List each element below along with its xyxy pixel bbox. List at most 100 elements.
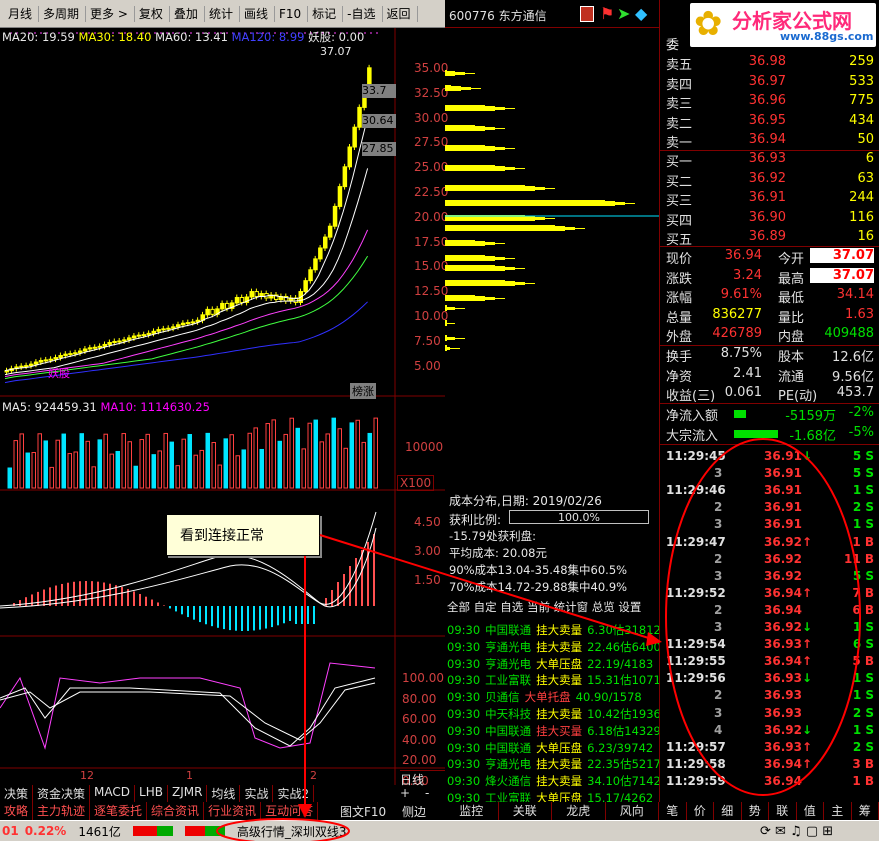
price-tag-2: 30.64 xyxy=(362,114,396,128)
side-button[interactable]: 侧边 xyxy=(402,803,426,820)
indicator-tab[interactable]: 实战2 xyxy=(273,785,315,802)
sell-row[interactable]: 卖五 36.98 259 xyxy=(660,54,879,73)
buy-row[interactable]: 买三 36.91 244 xyxy=(660,190,879,209)
sell-row[interactable]: 卖一 36.94 50 xyxy=(660,132,879,151)
radar-row[interactable]: 09:30 中国联通 挂大买量 6.18估14329 xyxy=(447,723,661,740)
tick-time: 11:29:56 xyxy=(666,671,726,686)
right-tab[interactable]: 主 xyxy=(824,802,852,820)
volume-bar xyxy=(253,427,258,489)
info-tab[interactable]: 行业资讯 xyxy=(204,802,262,820)
toolbar-item[interactable]: 返回 xyxy=(383,5,418,22)
quote-cell: 外盘 xyxy=(666,330,693,346)
toolbar-item[interactable]: F10 xyxy=(275,5,309,22)
radar-row[interactable]: 09:30 亨通光电 挂大卖量 22.46估6400 xyxy=(447,639,661,656)
tick-row: 3 36.91 5 S xyxy=(660,466,879,483)
radar-row[interactable]: 09:30 中国联通 大单压盘 6.23/39742 xyxy=(447,740,659,757)
vol-ma10: MA10: 1114630.25 xyxy=(100,400,210,414)
toolbar-item[interactable]: 复权 xyxy=(135,5,170,22)
toolbar-item[interactable]: 叠加 xyxy=(170,5,205,22)
radar-k: 挂大卖量 xyxy=(536,639,583,654)
sell-price: 36.94 xyxy=(748,132,786,148)
minus-button[interactable]: - xyxy=(425,786,429,800)
f10-icon[interactable] xyxy=(580,6,594,22)
volume-bar xyxy=(163,432,168,489)
stat-cell: 453.7 xyxy=(836,385,874,401)
chip-bar xyxy=(445,72,465,73)
info-tab[interactable]: 攻略 xyxy=(0,802,34,820)
radar-row[interactable]: 09:30 亨通光电 挂大卖量 22.35估5217 xyxy=(447,756,661,773)
toolbar-item[interactable]: 标记 xyxy=(308,5,344,22)
right-tab[interactable]: 笔 xyxy=(659,802,687,820)
info-tab[interactable]: 逐笔委托 xyxy=(90,802,148,820)
feed-label[interactable]: 高级行情_深圳双线3 xyxy=(233,823,351,840)
buy-row[interactable]: 买一 36.93 6 xyxy=(660,151,879,170)
radar-row[interactable]: 09:30 烽火通信 挂大卖量 34.10估7142 xyxy=(447,773,661,790)
toolbar-item[interactable]: 更多 > xyxy=(86,5,135,22)
mid-tabs: 监控 关联 龙虎 风向 xyxy=(445,802,659,820)
cost-tabs[interactable]: 全部 自定 自选 当前 统计窗 总览 设置 xyxy=(447,599,641,615)
mid-tab[interactable]: 风向 xyxy=(606,802,659,820)
status-icons[interactable]: ⟳ ✉ ♫ ▢ ⊞ xyxy=(760,824,833,839)
toolbar-item[interactable]: 多周期 xyxy=(39,5,87,22)
indicator-tab[interactable]: 资金决策 xyxy=(33,785,91,802)
flag-icon[interactable]: ⚑ xyxy=(600,4,614,23)
radar-row[interactable]: 09:30 亨通光电 大单压盘 22.19/4183 xyxy=(447,656,659,673)
twf10-button[interactable]: 图文F10 xyxy=(340,803,386,820)
chip-bar xyxy=(445,165,495,166)
buy-row[interactable]: 买四 36.90 116 xyxy=(660,210,879,229)
radar-row[interactable]: 09:30 工业富联 挂大卖量 15.31估1071 xyxy=(447,672,661,689)
stat-cell: 2.41 xyxy=(733,365,762,381)
radar-row[interactable]: 09:30 贝通信 大单托盘 40.90/1578 xyxy=(447,689,659,706)
info-tab[interactable]: 综合资讯 xyxy=(147,802,205,820)
right-tab[interactable]: 联 xyxy=(769,802,797,820)
chip-bar xyxy=(445,320,447,321)
plus-button[interactable]: + xyxy=(400,786,410,800)
right-tab[interactable]: 细 xyxy=(714,802,742,820)
quote-row: 现价 36.94 今开 37.07 xyxy=(660,248,879,267)
arrow-icon[interactable]: ➤ xyxy=(617,4,630,23)
indicator-tab[interactable]: MACD xyxy=(90,785,136,802)
indicator-tab[interactable]: 均线 xyxy=(207,785,241,802)
toolbar-item[interactable]: -自选 xyxy=(343,5,383,22)
price-axis-tick: 5.00 xyxy=(414,358,441,373)
radar-row[interactable]: 09:30 中国联通 挂大卖量 6.30估31812 xyxy=(447,622,661,639)
chip-bar xyxy=(445,340,447,341)
radar-t: 09:30 xyxy=(447,623,481,637)
indicator-tab[interactable]: 决策 xyxy=(0,785,34,802)
price-axis-tick: 25.00 xyxy=(414,160,449,175)
sell-label: 卖四 xyxy=(666,77,693,93)
right-tab[interactable]: 价 xyxy=(687,802,714,820)
volume-bar xyxy=(133,465,138,489)
tick-price: 36.93 xyxy=(764,705,802,720)
mid-tab[interactable]: 监控 xyxy=(445,802,499,820)
volume-bar xyxy=(37,433,42,489)
tag-icon[interactable]: ◆ xyxy=(635,4,647,23)
indicator-tab[interactable]: LHB xyxy=(135,785,168,802)
daily-label[interactable]: 日线 xyxy=(400,770,445,787)
sell-row[interactable]: 卖三 36.96 775 xyxy=(660,93,879,112)
volume-bar xyxy=(331,417,336,489)
volume-bar xyxy=(85,440,90,489)
flow-divider xyxy=(660,444,879,445)
mid-tab[interactable]: 龙虎 xyxy=(552,802,606,820)
info-tab[interactable]: 主力轨迹 xyxy=(33,802,91,820)
right-tab[interactable]: 筹 xyxy=(852,802,879,820)
sell-row[interactable]: 卖二 36.95 434 xyxy=(660,113,879,132)
right-tab[interactable]: 值 xyxy=(797,802,824,820)
volume-bar xyxy=(265,423,270,489)
indicator-tab[interactable]: 实战 xyxy=(240,785,274,802)
candle-body xyxy=(323,236,328,249)
sell-row[interactable]: 卖四 36.97 533 xyxy=(660,74,879,93)
info-tab[interactable]: 互动问答 xyxy=(261,802,319,820)
indicator-tab[interactable]: ZJMR xyxy=(168,785,208,802)
toolbar-item[interactable]: 画线 xyxy=(240,5,275,22)
buy-row[interactable]: 买二 36.92 63 xyxy=(660,171,879,190)
mid-tab[interactable]: 关联 xyxy=(499,802,552,820)
right-tab[interactable]: 势 xyxy=(742,802,769,820)
toolbar-item[interactable]: 统计 xyxy=(205,5,240,22)
tick-vol: 7 B xyxy=(852,585,874,600)
radar-row[interactable]: 09:30 中天科技 挂大卖量 10.42估1936 xyxy=(447,706,661,723)
toolbar-item[interactable]: 月线 xyxy=(4,5,40,22)
chip-bar xyxy=(445,126,485,127)
tick-time: 3 xyxy=(714,517,723,532)
